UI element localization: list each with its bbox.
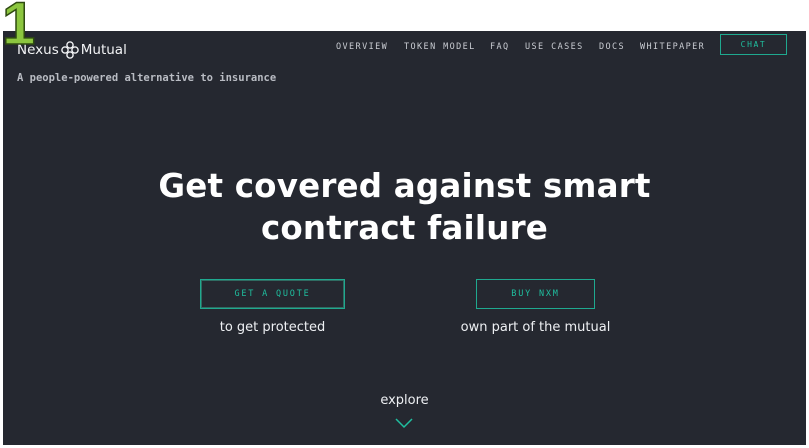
buy-nxm-button[interactable]: BUY NXM [476, 279, 595, 309]
tagline: A people-powered alternative to insuranc… [17, 72, 277, 84]
nav-item-docs[interactable]: DOCS [599, 42, 625, 52]
get-a-quote-button[interactable]: GET A QUOTE [200, 279, 345, 309]
nav-item-whitepaper[interactable]: WHITEPAPER [640, 42, 705, 52]
hero-heading-line1: Get covered against smart [158, 167, 651, 205]
nav-item-use-cases[interactable]: USE CASES [525, 42, 584, 52]
brand-name-right: Mutual [80, 42, 127, 58]
hero-heading-line2: contract failure [260, 209, 549, 247]
nav-item-faq[interactable]: FAQ [490, 42, 510, 52]
buy-nxm-caption: own part of the mutual [460, 320, 611, 335]
get-a-quote-caption: to get protected [219, 320, 326, 335]
nav-item-overview[interactable]: OVERVIEW [336, 42, 388, 52]
hero-heading: Get covered against smart contract failu… [0, 165, 809, 249]
nexus-mutual-logo-icon [60, 41, 79, 59]
nav-item-token-model[interactable]: TOKEN MODEL [404, 42, 476, 52]
chat-button[interactable]: CHAT [720, 34, 787, 55]
step-number-badge: 1 [1, 0, 36, 57]
chevron-down-icon[interactable] [395, 414, 413, 429]
explore-label[interactable]: explore [0, 393, 809, 408]
